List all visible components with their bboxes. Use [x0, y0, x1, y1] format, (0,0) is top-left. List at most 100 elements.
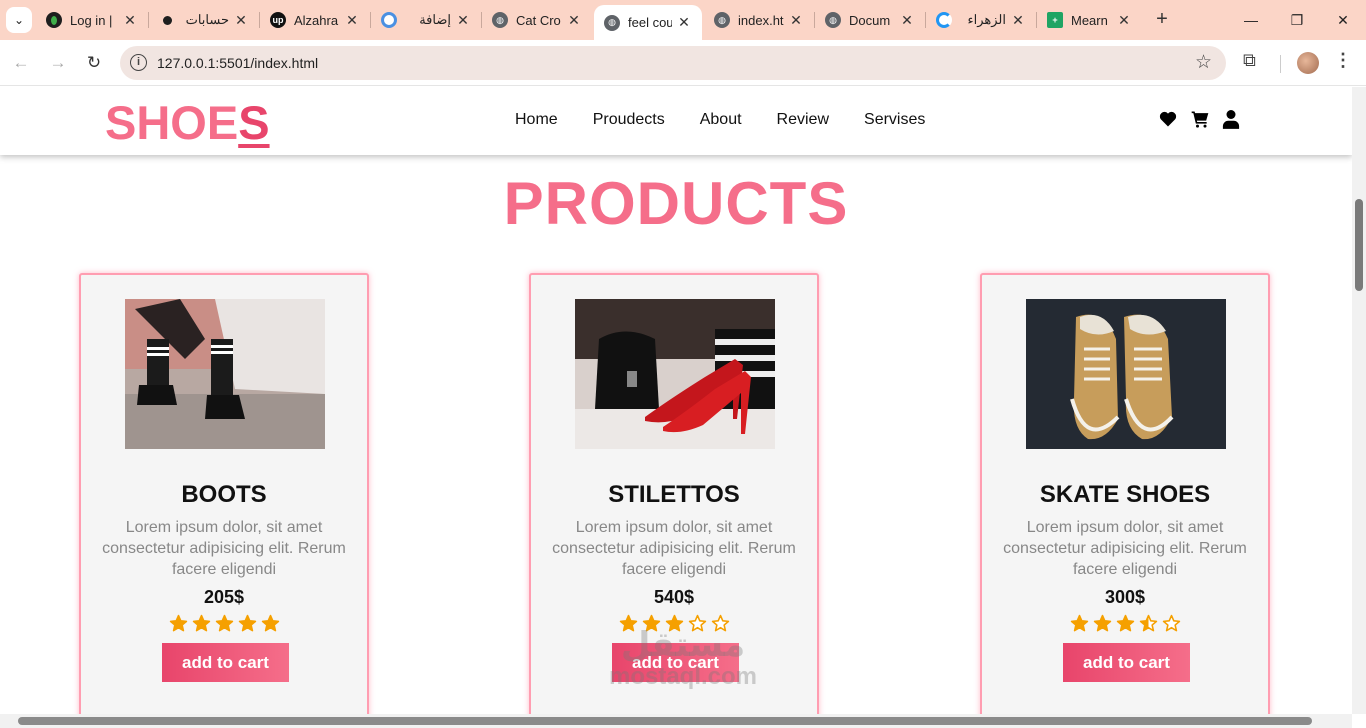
profile-avatar[interactable] [1297, 52, 1319, 74]
nav-review[interactable]: Review [777, 111, 829, 129]
tab-title: Mearn [1071, 12, 1108, 28]
star-full-icon [1116, 614, 1134, 632]
nav-services[interactable]: Servises [864, 111, 925, 129]
tab-favicon-icon: up [270, 12, 286, 28]
heart-icon[interactable] [1158, 109, 1178, 129]
star-empty-icon [711, 614, 729, 632]
nav-about[interactable]: About [700, 111, 742, 129]
restore-button[interactable]: ❐ [1274, 0, 1320, 40]
star-full-icon [215, 614, 233, 632]
tab-favicon-icon [936, 12, 952, 28]
tab-close-icon[interactable]: ✕ [788, 12, 804, 29]
tab-close-icon[interactable]: ✕ [899, 12, 915, 29]
star-full-icon [1093, 614, 1111, 632]
tab-close-icon[interactable]: ✕ [676, 14, 692, 31]
add-to-cart-button[interactable]: add to cart [1063, 643, 1190, 682]
globe-icon: ◍ [714, 12, 730, 28]
browser-toolbar: ← → ↻ i 127.0.0.1:5501/index.html ☆ [0, 40, 1366, 86]
globe-icon: ◍ [492, 12, 508, 28]
tab-title: Alzahra [294, 12, 339, 28]
site-header: SHOES Home Proudects About Review Servis… [0, 87, 1352, 155]
cart-icon[interactable] [1190, 109, 1210, 129]
tab-close-icon[interactable]: ✕ [122, 12, 138, 29]
tab-title: index.ht [738, 12, 784, 28]
product-price: 205$ [203, 587, 245, 607]
minimize-button[interactable]: — [1228, 0, 1274, 40]
product-name: STILETTOS [608, 481, 740, 508]
tab-close-icon[interactable]: ✕ [455, 12, 471, 29]
tab-1[interactable]: Log in | ✕ [36, 0, 148, 40]
star-full-icon [192, 614, 210, 632]
star-empty-icon [1162, 614, 1180, 632]
star-full-icon [619, 614, 637, 632]
tab-search-button[interactable]: ⌄ [6, 7, 32, 33]
tab-7[interactable]: ◍ index.ht ✕ [704, 0, 814, 40]
new-tab-button[interactable]: + [1150, 8, 1174, 32]
bookmark-star-icon[interactable]: ☆ [1195, 51, 1212, 74]
tab-favicon-icon [159, 12, 175, 28]
tab-favicon-icon [46, 12, 62, 28]
tab-title: إضافة [419, 12, 451, 27]
page-viewport: SHOES Home Proudects About Review Servis… [0, 87, 1352, 714]
horizontal-scrollbar[interactable] [0, 714, 1352, 728]
url-text[interactable]: 127.0.0.1:5501/index.html [157, 55, 318, 71]
nav-products[interactable]: Proudects [593, 111, 665, 129]
tab-title: Cat Cro [516, 12, 561, 28]
product-image [125, 299, 325, 449]
star-full-icon [665, 614, 683, 632]
tab-title: feel cou [628, 15, 672, 30]
tab-3[interactable]: up Alzahra ✕ [260, 0, 370, 40]
tab-close-icon[interactable]: ✕ [566, 12, 582, 29]
product-description: Lorem ipsum dolor, sit amet consectetur … [552, 519, 796, 578]
back-arrow-icon[interactable]: ← [8, 50, 34, 76]
user-icon[interactable] [1222, 109, 1240, 129]
tab-4[interactable]: إضافة ✕ [371, 0, 481, 40]
star-full-icon [169, 614, 187, 632]
tab-close-icon[interactable]: ✕ [1010, 12, 1026, 29]
product-card: SKATE SHOES Lorem ipsum dolor, sit amet … [980, 273, 1270, 714]
nav-home[interactable]: Home [515, 111, 558, 129]
rating-stars [81, 614, 367, 633]
product-card: STILETTOS Lorem ipsum dolor, sit amet co… [529, 273, 819, 714]
header-icons [1158, 109, 1240, 129]
tab-6-active[interactable]: ◍ feel cou ✕ [594, 5, 702, 40]
star-full-icon [261, 614, 279, 632]
tab-2[interactable]: حسابات ✕ [149, 0, 259, 40]
tab-close-icon[interactable]: ✕ [344, 12, 360, 29]
star-full-icon [1070, 614, 1088, 632]
forward-arrow-icon[interactable]: → [45, 50, 71, 76]
tab-9[interactable]: الزهراء ✕ [926, 0, 1036, 40]
sheets-icon: + [1047, 12, 1063, 28]
main-nav: Home Proudects About Review Servises [515, 111, 925, 129]
page-title: PRODUCTS [503, 170, 849, 237]
product-name: SKATE SHOES [1039, 481, 1211, 508]
star-full-icon [238, 614, 256, 632]
tab-close-icon[interactable]: ✕ [233, 12, 249, 29]
menu-kebab-icon[interactable]: ⋮ [1334, 50, 1352, 71]
tab-strip: ⌄ Log in | ✕ حسابات ✕ up Alzahra ✕ إضافة… [0, 0, 1366, 40]
tab-8[interactable]: ◍ Docum ✕ [815, 0, 925, 40]
vertical-scrollbar[interactable] [1352, 87, 1366, 714]
tab-close-icon[interactable]: ✕ [1116, 12, 1132, 29]
globe-icon: ◍ [604, 14, 620, 31]
add-to-cart-button[interactable]: add to cart [612, 643, 739, 682]
close-window-button[interactable]: ✕ [1320, 0, 1366, 40]
add-to-cart-button[interactable]: add to cart [162, 643, 289, 682]
tab-favicon-icon [381, 12, 397, 28]
globe-icon: ◍ [825, 12, 841, 28]
tab-10[interactable]: + Mearn ✕ [1037, 0, 1142, 40]
product-card: BOOTS Lorem ipsum dolor, sit amet consec… [79, 273, 369, 714]
star-empty-icon [688, 614, 706, 632]
product-name: BOOTS [181, 481, 267, 508]
address-bar[interactable]: i 127.0.0.1:5501/index.html ☆ [120, 46, 1226, 80]
site-logo[interactable]: SHOES [105, 95, 270, 150]
tab-title: الزهراء [967, 12, 1007, 27]
rating-stars [531, 614, 817, 633]
product-image [575, 299, 775, 449]
tab-5[interactable]: ◍ Cat Cro ✕ [482, 0, 592, 40]
reload-icon[interactable]: ↻ [81, 50, 107, 76]
extensions-icon[interactable]: ⧉ [1243, 50, 1256, 71]
tab-title: حسابات [185, 12, 229, 27]
site-info-icon[interactable]: i [130, 54, 147, 71]
star-half-icon [1139, 614, 1157, 632]
